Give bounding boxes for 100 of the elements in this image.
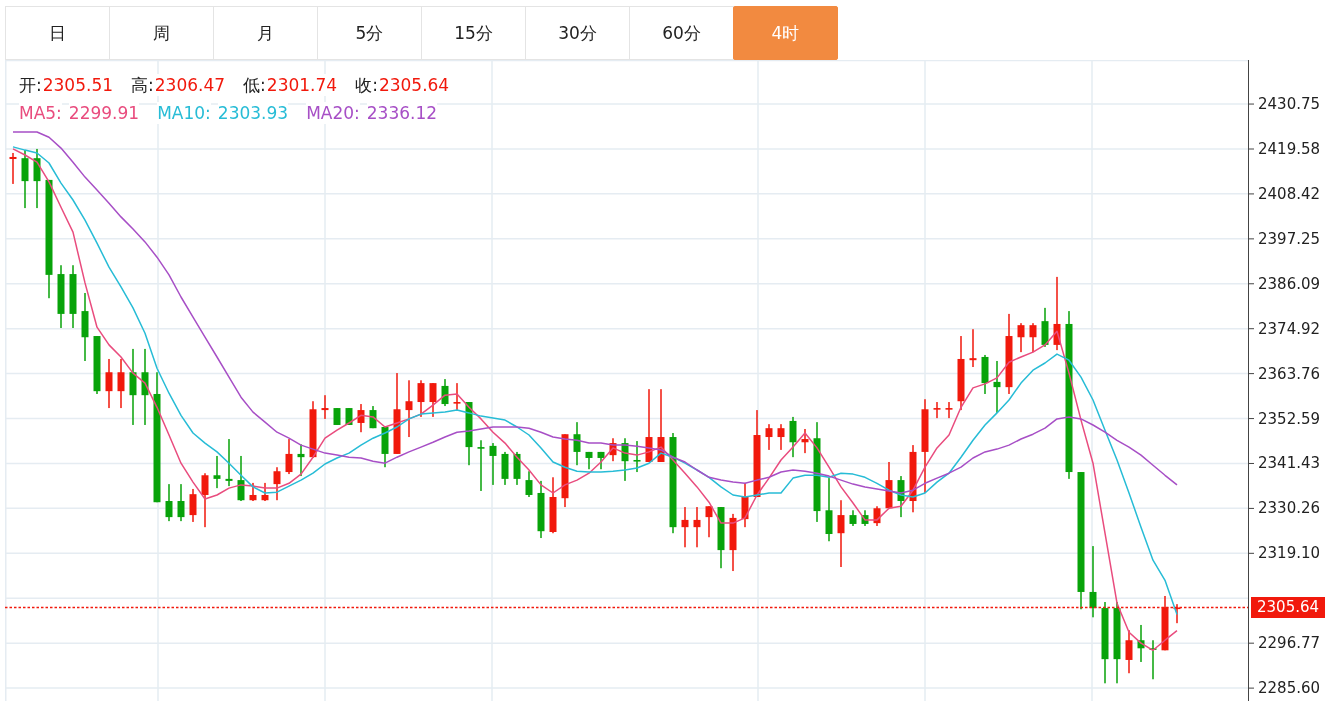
falling-candle — [345, 408, 353, 425]
falling-candle — [165, 484, 173, 522]
axis-tick-label: 2386.09 — [1258, 274, 1321, 293]
rising-candle — [885, 462, 893, 510]
rising-candle — [1125, 630, 1133, 674]
rising-candle — [777, 424, 785, 450]
falling-candle — [993, 361, 1001, 413]
falling-candle — [1041, 307, 1049, 347]
quote-value: 2306.47 — [154, 74, 226, 96]
falling-candle — [537, 480, 545, 539]
falling-candle — [573, 422, 581, 466]
period-tab[interactable]: 月 — [213, 6, 318, 60]
rising-candle — [705, 506, 713, 538]
falling-candle — [1137, 624, 1145, 662]
falling-candle — [585, 451, 593, 470]
rising-candle — [741, 482, 749, 528]
falling-candle — [381, 427, 389, 468]
rising-candle — [105, 358, 113, 409]
rising-candle — [681, 507, 689, 548]
falling-candle — [333, 408, 341, 425]
falling-candle — [441, 379, 449, 407]
falling-candle — [501, 451, 509, 485]
axis-tick-label: 2430.75 — [1258, 95, 1321, 114]
falling-candle — [861, 510, 869, 526]
axis-tick-label: 2397.25 — [1258, 229, 1321, 248]
falling-candle — [633, 441, 641, 473]
rising-candle — [945, 402, 953, 419]
period-tab[interactable]: 周 — [109, 6, 214, 60]
legend-label: MA20: — [306, 102, 360, 124]
falling-candle — [897, 476, 905, 518]
rising-candle — [309, 401, 317, 458]
falling-candle — [465, 402, 473, 466]
rising-candle — [1161, 596, 1169, 651]
axis-tick-label: 2419.58 — [1258, 140, 1321, 158]
falling-candle — [33, 148, 41, 209]
falling-candle — [597, 451, 605, 470]
rising-candle — [357, 404, 365, 433]
rising-candle — [1029, 323, 1037, 353]
rising-candle — [765, 424, 773, 450]
axis-tick-label: 2330.26 — [1258, 499, 1321, 518]
period-tab[interactable]: 60分 — [629, 6, 734, 60]
falling-candle — [21, 150, 29, 209]
axis-tick-label: 2285.60 — [1258, 679, 1321, 698]
falling-candle — [981, 354, 989, 394]
falling-candle — [237, 455, 245, 501]
rising-candle — [549, 477, 557, 534]
falling-candle — [849, 510, 857, 526]
rising-candle — [417, 380, 425, 417]
rising-candle — [201, 473, 209, 528]
falling-candle — [477, 440, 485, 491]
rising-candle — [837, 500, 845, 567]
rising-candle — [609, 438, 617, 462]
period-tab[interactable]: 30分 — [525, 6, 630, 60]
falling-candle — [825, 478, 833, 542]
current-price-label: 2305.64 — [1251, 597, 1326, 618]
quote-label: 低: — [243, 74, 266, 96]
rising-candle — [453, 383, 461, 411]
quote-value: 2301.74 — [266, 74, 338, 96]
axis-tick-label: 2296.77 — [1258, 634, 1321, 653]
falling-candle — [513, 451, 521, 485]
rising-candle — [429, 383, 437, 417]
rising-candle — [933, 402, 941, 419]
axis-tick-label: 2352.59 — [1258, 409, 1321, 428]
axis-tick-label: 2363.76 — [1258, 364, 1321, 383]
rising-candle — [729, 513, 737, 572]
legend-label: MA10: — [157, 102, 211, 124]
rising-candle — [873, 506, 881, 526]
period-tab[interactable]: 5分 — [317, 6, 422, 60]
falling-candle — [489, 443, 497, 485]
rising-candle — [9, 152, 17, 184]
period-tab[interactable]: 日 — [5, 6, 110, 60]
rising-candle — [261, 482, 269, 501]
axis-tick-label: 2374.92 — [1258, 319, 1321, 338]
axis-tick-label: 2341.43 — [1258, 454, 1321, 473]
falling-candle — [69, 265, 77, 328]
falling-candle — [1089, 546, 1097, 618]
falling-candle — [225, 439, 233, 487]
rising-candle — [117, 358, 125, 409]
rising-candle — [693, 507, 701, 548]
falling-candle — [177, 484, 185, 522]
axis-tick-label: 2319.10 — [1258, 544, 1321, 563]
rising-candle — [1017, 323, 1025, 353]
rising-candle — [801, 429, 809, 454]
falling-candle — [213, 455, 221, 489]
rising-candle — [909, 445, 917, 513]
rising-candle — [321, 395, 329, 419]
rising-candle — [405, 380, 413, 438]
rising-candle — [969, 329, 977, 367]
rising-candle — [249, 482, 257, 501]
falling-candle — [57, 265, 65, 328]
period-tab[interactable]: 15分 — [421, 6, 526, 60]
falling-candle — [93, 336, 101, 394]
falling-candle — [81, 293, 89, 361]
falling-candle — [789, 416, 797, 458]
axis-tick-label: 2408.42 — [1258, 184, 1321, 203]
falling-candle — [297, 444, 305, 477]
rising-candle — [1173, 604, 1181, 624]
rising-candle — [273, 467, 281, 501]
quote-label: 收: — [355, 74, 378, 96]
rising-candle — [189, 488, 197, 522]
